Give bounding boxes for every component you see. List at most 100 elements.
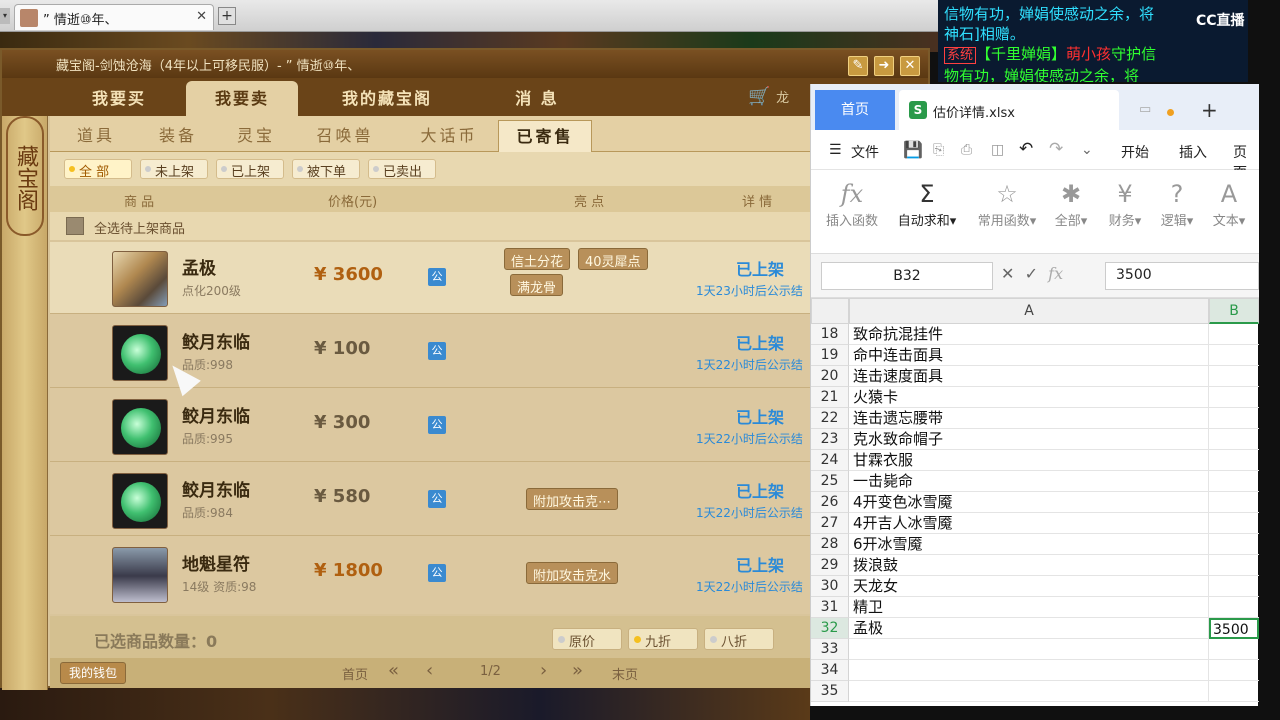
filter-listed[interactable]: 已上架 [216, 159, 284, 180]
undo-icon[interactable]: ↶ [1019, 139, 1033, 159]
cancel-icon[interactable]: ✕ [1001, 264, 1014, 283]
filter-ordered[interactable]: 被下单 [292, 159, 360, 180]
row-header[interactable]: 31 [811, 597, 849, 618]
table-row[interactable]: 孟极 点化200级 ¥ 3600 公 信土分花 40灵犀点 满龙骨 已上架 1天… [50, 242, 928, 314]
cell-b[interactable] [1209, 471, 1259, 492]
table-row[interactable]: 鲛月东临 品质:995 ¥ 300 公 已上架 1天22小时后公示结 [50, 390, 928, 462]
filter-all[interactable]: 全 部 [64, 159, 132, 180]
row-header[interactable]: 22 [811, 408, 849, 429]
formula-input[interactable]: 3500 [1105, 262, 1259, 290]
menu-start[interactable]: 开始 [1121, 142, 1149, 162]
cell-a[interactable]: 一击毙命 [849, 471, 1209, 492]
text-button[interactable]: A 文本▾ [1201, 178, 1257, 229]
row-header[interactable]: 30 [811, 576, 849, 597]
item-thumb[interactable] [112, 399, 168, 455]
menu-insert[interactable]: 插入 [1179, 142, 1207, 162]
row-header[interactable]: 21 [811, 387, 849, 408]
cell-b[interactable] [1209, 366, 1259, 387]
cell-b[interactable] [1209, 597, 1259, 618]
add-tab-icon[interactable]: + [1201, 98, 1218, 122]
cell-b[interactable] [1209, 387, 1259, 408]
tab-summons[interactable]: 召唤兽 [300, 120, 390, 152]
row-header[interactable]: 35 [811, 681, 849, 702]
cell-b[interactable] [1209, 324, 1259, 345]
row-header[interactable]: 19 [811, 345, 849, 366]
next-icon[interactable]: › [540, 660, 547, 681]
cell-b[interactable] [1209, 492, 1259, 513]
home-tab[interactable]: 首页 [815, 90, 895, 130]
print-icon[interactable]: ⎙ [961, 142, 972, 158]
redo-icon[interactable]: ↷ [1049, 139, 1063, 159]
row-header[interactable]: 20 [811, 366, 849, 387]
cell-b[interactable] [1209, 660, 1259, 681]
cell-a[interactable]: 拨浪鼓 [849, 555, 1209, 576]
fx-icon[interactable]: fx [1048, 264, 1063, 283]
cell-a[interactable]: 克水致命帽子 [849, 429, 1209, 450]
confirm-icon[interactable]: ✓ [1025, 264, 1038, 283]
item-status[interactable]: 已上架 [736, 404, 784, 428]
table-row[interactable]: 鲛月东临 品质:984 ¥ 580 公 附加攻击克⋯ 已上架 1天22小时后公示… [50, 464, 928, 536]
cell-b[interactable] [1209, 555, 1259, 576]
discount-80[interactable]: 八折 [704, 628, 774, 650]
row-header[interactable]: 18 [811, 324, 849, 345]
cell-a[interactable]: 精卫 [849, 597, 1209, 618]
edit-icon[interactable]: ✎ [848, 56, 868, 76]
row-header[interactable]: 25 [811, 471, 849, 492]
cell-a[interactable] [849, 639, 1209, 660]
row-header[interactable]: 32 [811, 618, 849, 639]
hamburger-icon[interactable]: ☰ [829, 142, 842, 158]
discount-90[interactable]: 九折 [628, 628, 698, 650]
browser-tab[interactable]: ” 情逝⑩年、 ✕ [14, 4, 214, 30]
cell-a[interactable] [849, 660, 1209, 681]
finance-button[interactable]: ¥ 财务▾ [1097, 178, 1153, 229]
select-all-corner[interactable] [811, 298, 849, 324]
select-all-checkbox[interactable] [66, 217, 84, 235]
cell-a[interactable]: 火猿卡 [849, 387, 1209, 408]
tab-sell[interactable]: 我要卖 [186, 81, 298, 116]
save-icon[interactable]: 💾 [903, 140, 923, 159]
item-thumb[interactable] [112, 251, 168, 307]
item-thumb[interactable] [112, 473, 168, 529]
preview-icon[interactable]: ◫ [991, 142, 1004, 158]
column-header-a[interactable]: A [849, 298, 1209, 324]
column-header-b[interactable]: B [1209, 298, 1259, 324]
cell-a[interactable]: 6开冰雪魇 [849, 534, 1209, 555]
tab-currency[interactable]: 大话币 [404, 120, 494, 152]
item-status[interactable]: 已上架 [736, 552, 784, 576]
cell-a[interactable]: 4开变色冰雪魇 [849, 492, 1209, 513]
monitor-icon[interactable]: ▭ [1139, 102, 1151, 117]
row-header[interactable]: 24 [811, 450, 849, 471]
new-tab-button[interactable]: + [218, 7, 236, 25]
tab-items[interactable]: 道具 [60, 120, 132, 152]
cell-a[interactable]: 4开吉人冰雪魇 [849, 513, 1209, 534]
prev-fast-icon[interactable]: « [388, 660, 399, 681]
row-header[interactable]: 28 [811, 534, 849, 555]
cell-b[interactable] [1209, 429, 1259, 450]
cell-a[interactable]: 连击遗忘腰带 [849, 408, 1209, 429]
wallet-button[interactable]: 我的钱包 [60, 662, 126, 684]
tab-messages[interactable]: 消 息 [482, 81, 592, 116]
row-header[interactable]: 27 [811, 513, 849, 534]
all-functions-button[interactable]: ✱ 全部▾ [1043, 178, 1099, 229]
cell-b[interactable] [1209, 534, 1259, 555]
cell-b[interactable] [1209, 576, 1259, 597]
tab-my-pavilion[interactable]: 我的藏宝阁 [312, 81, 462, 116]
name-box[interactable]: B32 [821, 262, 993, 290]
insert-function-button[interactable]: fx 插入函数 [821, 178, 883, 229]
cell-b[interactable]: 3500 [1209, 618, 1259, 639]
prev-icon[interactable]: ‹ [426, 660, 433, 681]
row-header[interactable]: 29 [811, 555, 849, 576]
row-header[interactable]: 33 [811, 639, 849, 660]
tab-dropdown-icon[interactable]: ▾ [0, 8, 10, 24]
close-tab-icon[interactable]: ✕ [196, 9, 207, 24]
item-status[interactable]: 已上架 [736, 330, 784, 354]
cell-a[interactable]: 甘霖衣服 [849, 450, 1209, 471]
common-function-button[interactable]: ☆ 常用函数▾ [971, 178, 1043, 229]
menu-file[interactable]: 文件 [851, 142, 879, 162]
cell-a[interactable]: 连击速度面具 [849, 366, 1209, 387]
row-header[interactable]: 26 [811, 492, 849, 513]
filter-sold[interactable]: 已卖出 [368, 159, 436, 180]
tab-equipment[interactable]: 装备 [142, 120, 214, 152]
autosum-button[interactable]: Σ 自动求和▾ [891, 178, 963, 229]
cell-b[interactable] [1209, 513, 1259, 534]
